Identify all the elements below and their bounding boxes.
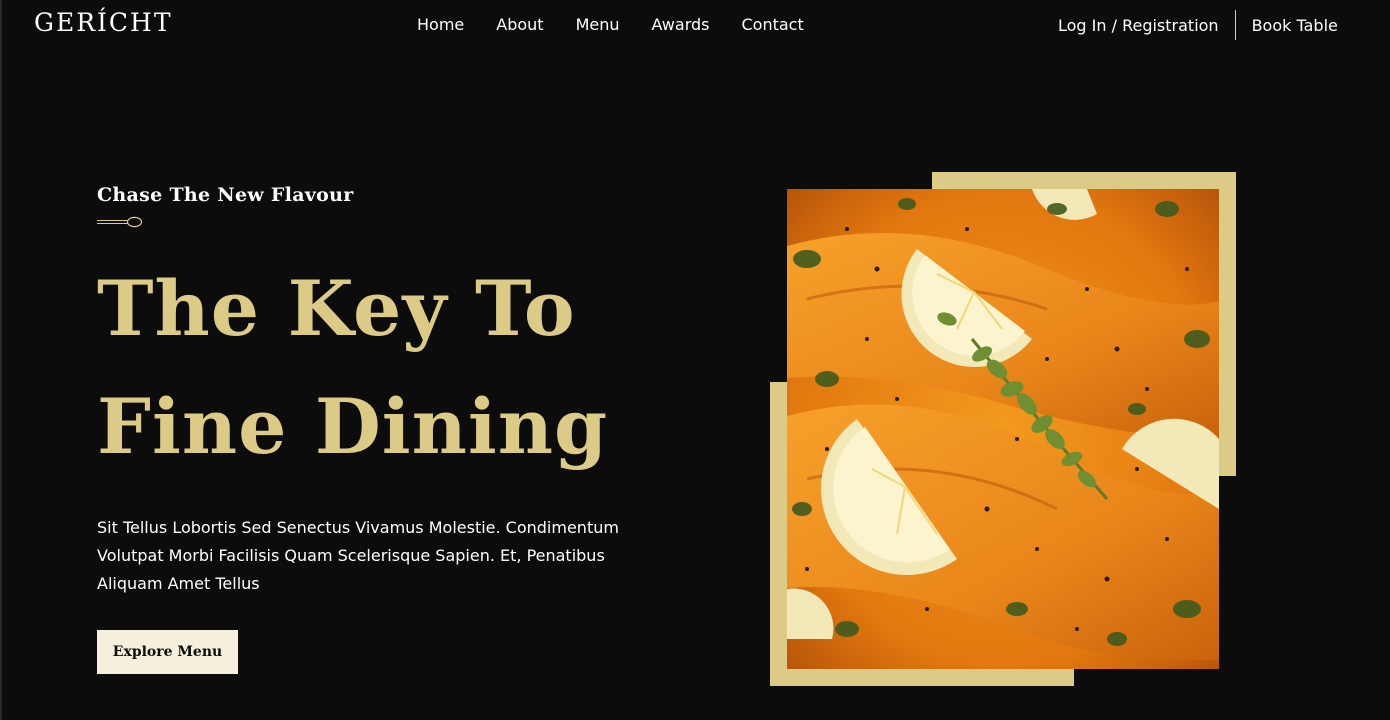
nav-link-awards[interactable]: Awards [652, 15, 710, 34]
login-link[interactable]: Log In / Registration [1058, 16, 1219, 35]
hero-description: Sit Tellus Lobortis Sed Senectus Vivamus… [97, 518, 619, 593]
headline-line-1: The Key To [97, 264, 576, 353]
book-table-link[interactable]: Book Table [1252, 16, 1338, 35]
logo[interactable]: GERÍCHT [34, 8, 173, 37]
spoon-icon [97, 216, 143, 228]
nav-actions: Log In / Registration Book Table [1058, 10, 1338, 40]
window-edge [0, 0, 2, 720]
explore-menu-button[interactable]: Explore Menu [97, 630, 238, 674]
navbar: GERÍCHT Home About Menu Awards Contact L… [0, 0, 1390, 50]
hero-food-image [787, 189, 1219, 669]
nav-divider [1234, 10, 1236, 40]
nav-link-home[interactable]: Home [417, 15, 464, 34]
hero-subtitle: Chase The New Flavour [97, 184, 354, 206]
hero-headline: The Key To Fine Dining [97, 250, 697, 486]
headline-line-2: Fine Dining [97, 382, 609, 471]
nav-links: Home About Menu Awards Contact [417, 15, 804, 34]
salmon-dish-illustration [787, 189, 1219, 669]
nav-link-about[interactable]: About [496, 15, 543, 34]
nav-link-menu[interactable]: Menu [576, 15, 620, 34]
nav-link-contact[interactable]: Contact [741, 15, 803, 34]
